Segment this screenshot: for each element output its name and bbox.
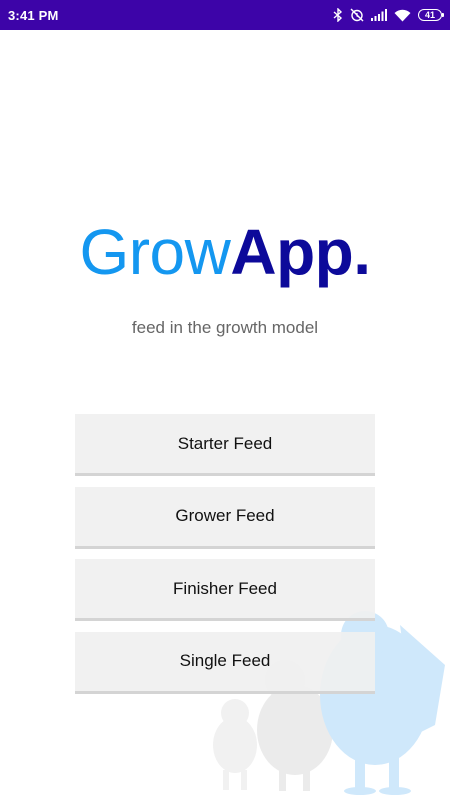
status-bar: 3:41 PM 41 xyxy=(0,0,450,30)
tagline: feed in the growth model xyxy=(131,318,319,337)
feed-list: Starter Feed Grower Feed Finisher Feed S… xyxy=(75,414,375,704)
signal-icon xyxy=(371,9,387,21)
status-icons: 41 xyxy=(333,8,444,22)
finisher-feed-button[interactable]: Finisher Feed xyxy=(75,559,375,621)
grower-feed-button[interactable]: Grower Feed xyxy=(75,486,375,549)
bluetooth-icon xyxy=(333,8,343,22)
wifi-icon xyxy=(394,9,411,22)
logo-dot: . xyxy=(353,216,371,288)
battery-level: 41 xyxy=(424,10,435,20)
logo-grow: Grow xyxy=(79,216,231,288)
battery-icon: 41 xyxy=(418,9,444,21)
app-logo: GrowApp. xyxy=(0,216,450,288)
alarm-off-icon xyxy=(350,8,364,22)
logo-app: App xyxy=(230,216,354,288)
starter-feed-button[interactable]: Starter Feed xyxy=(75,414,375,476)
status-time: 3:41 PM xyxy=(8,7,59,23)
single-feed-button[interactable]: Single Feed xyxy=(75,631,375,694)
